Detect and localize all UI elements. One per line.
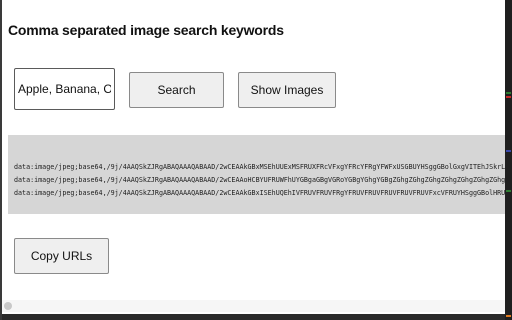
- edge-marker-orange: [506, 315, 511, 317]
- show-images-button[interactable]: Show Images: [238, 72, 336, 108]
- copy-urls-button[interactable]: Copy URLs: [14, 238, 109, 274]
- page-title: Comma separated image search keywords: [8, 22, 284, 38]
- keywords-input[interactable]: [14, 68, 115, 110]
- search-button[interactable]: Search: [129, 72, 224, 108]
- results-output[interactable]: data:image/jpeg;base64,/9j/4AAQSkZJRgABA…: [8, 135, 505, 214]
- result-url: data:image/jpeg;base64,/9j/4AAQSkZJRgABA…: [14, 163, 505, 171]
- edge-marker-green: [506, 190, 511, 192]
- result-url: data:image/jpeg;base64,/9j/4AAQSkZJRgABA…: [14, 189, 505, 197]
- edge-marker-blue: [506, 150, 511, 152]
- extension-popup: Comma separated image search keywords Se…: [2, 0, 505, 314]
- scrollbar-thumb[interactable]: [4, 302, 12, 310]
- result-url: data:image/jpeg;base64,/9j/4AAQSkZJRgABA…: [14, 176, 505, 184]
- edge-marker-green: [506, 92, 511, 94]
- window-edge-right: [505, 0, 512, 320]
- edge-marker-red: [506, 96, 511, 98]
- horizontal-scrollbar[interactable]: [2, 300, 505, 312]
